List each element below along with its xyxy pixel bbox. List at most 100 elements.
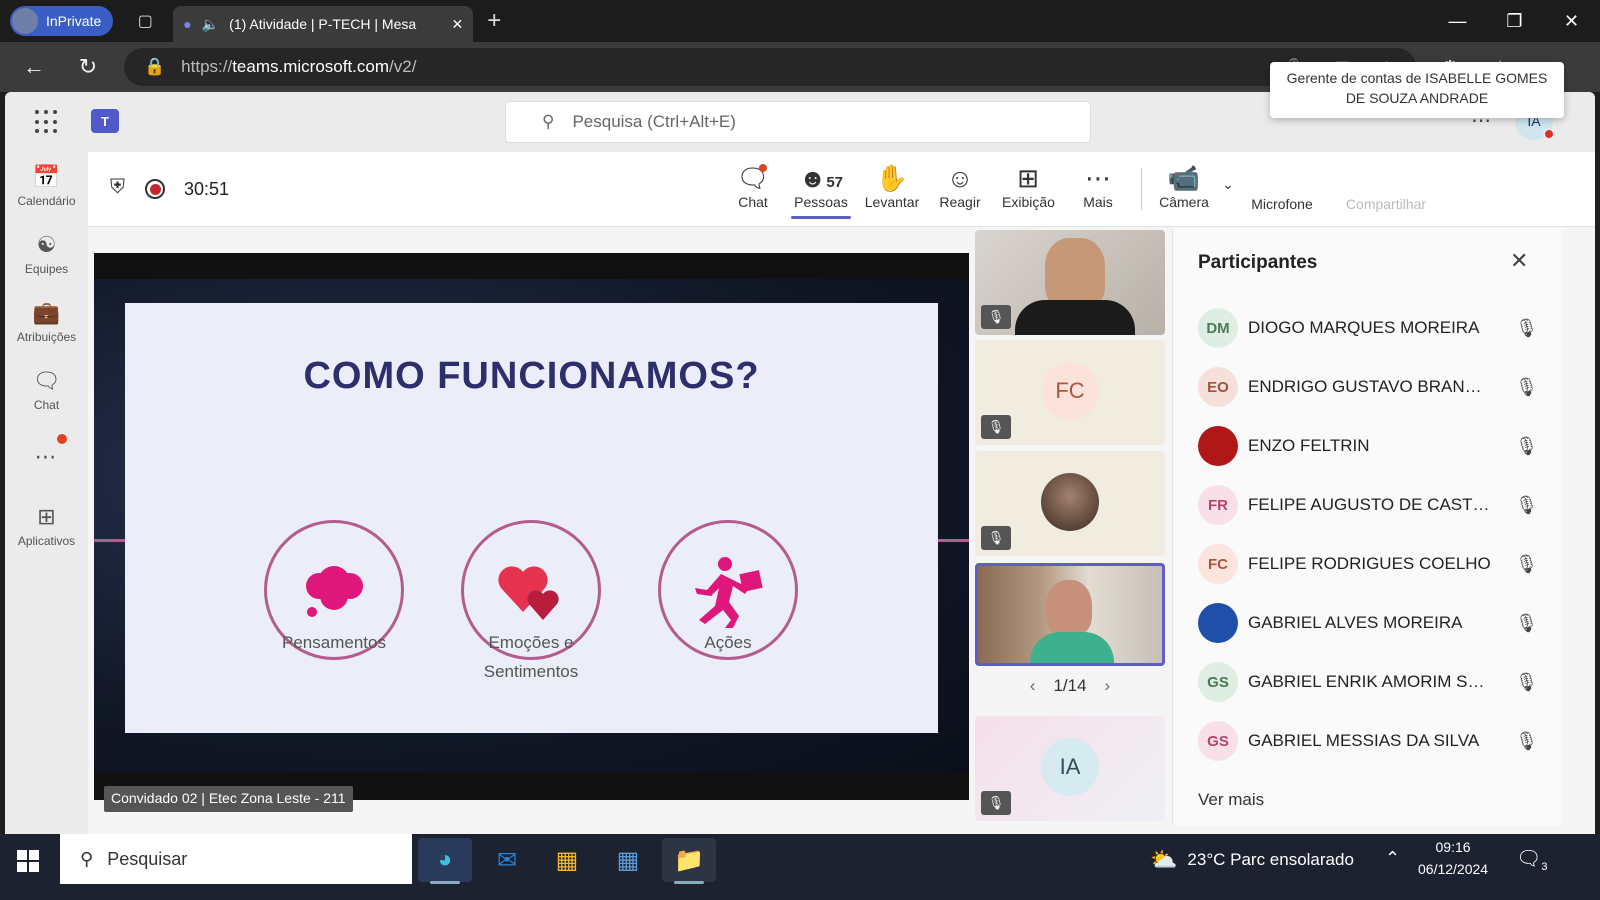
avatar [1041,473,1099,531]
calculator-icon[interactable]: ▦ [601,838,655,882]
mic-off-icon: 🎙 [1515,435,1538,456]
next-page-icon[interactable]: › [1105,676,1111,695]
rail-item-assignments[interactable]: 💼 Atribuições [5,300,88,344]
share-label: Compartilhar [1345,196,1427,212]
chat-icon: 🗨 [736,163,770,193]
weather-text: 23°C Parc ensolarado [1187,850,1354,869]
participant-name: ENZO FELTRIN [1248,436,1370,455]
participant-video [1045,238,1105,308]
camera-options-chevron-icon[interactable]: ⌄ [1218,176,1238,193]
taskbar-search[interactable]: ⚲ Pesquisar [60,834,412,884]
new-tab-button[interactable]: + [487,7,501,35]
inprivate-label: InPrivate [46,13,102,29]
slide-item-actions: Ações [704,633,752,652]
camera-button[interactable]: 📹 Câmera [1156,162,1212,210]
rail-item-calendar[interactable]: 📅 Calendário [5,164,88,208]
participant-video-body [1015,300,1135,335]
edge-icon[interactable]: ◕ [418,838,472,884]
meeting-timer: 30:51 [184,179,230,199]
video-tile[interactable]: FC 🎙 [975,340,1165,445]
more-label: Mais [1083,194,1113,210]
react-label: Reagir [939,194,981,210]
participant-row[interactable]: GS GABRIEL ENRIK AMORIM SOU... 🎙 [1198,662,1538,702]
chat-button[interactable]: 🗨 Chat [733,162,773,210]
calendar-icon: 📅 [32,164,61,189]
view-button[interactable]: ⊞ Exibição [1002,162,1055,210]
shield-icon[interactable]: ⛨ [110,176,125,199]
hand-icon: ✋ [875,163,909,193]
store-icon[interactable]: ▦ [540,838,594,882]
participant-video [1046,580,1092,636]
close-tab-icon[interactable]: ✕ [452,16,464,33]
chat-label: Chat [738,194,768,210]
search-icon: ⚲ [80,848,94,869]
prev-page-icon[interactable]: ‹ [1030,676,1036,695]
avatar: FR [1198,485,1238,525]
url-field[interactable]: 🔒 https://teams.microsoft.com/v2/ 🎙 ▩ ☆ [124,48,1416,86]
clock-date: 06/12/2024 [1418,861,1489,877]
participant-row[interactable]: GS GABRIEL MESSIAS DA SILVA 🎙 [1198,721,1538,761]
mic-off-icon: 🎙 [1515,612,1538,633]
participant-row[interactable]: ENZO FELTRIN 🎙 [1198,426,1538,466]
participant-row[interactable]: EO ENDRIGO GUSTAVO BRANDA... 🎙 [1198,367,1538,407]
audio-icon[interactable]: 🔈 [202,16,219,33]
app-launcher-icon[interactable] [35,110,59,134]
back-button[interactable]: ← [14,49,54,85]
avatar: FC [1041,362,1099,420]
share-button[interactable]: Compartilhar [1344,196,1428,212]
refresh-button[interactable]: ↻ [68,49,108,85]
close-icon[interactable]: ✕ [1510,248,1528,274]
windows-start-icon[interactable] [17,850,39,872]
participant-video-body [1030,632,1114,663]
chevron-up-icon[interactable]: ⌃ [1385,848,1400,869]
rail-item-chat[interactable]: 🗨 Chat [5,368,88,412]
video-tile-self[interactable]: IA 🎙 [975,716,1165,821]
more-button[interactable]: ⋯ Mais [1078,162,1118,210]
participant-name: ENDRIGO GUSTAVO BRANDA... [1248,377,1492,396]
window-controls: — ❐ ✕ [1429,0,1600,42]
browser-tab[interactable]: ● 🔈 (1) Atividade | P-TECH | Mesa ✕ [173,6,474,42]
see-more-link[interactable]: Ver mais [1198,790,1264,810]
people-button[interactable]: ☻57 Pessoas [791,162,851,219]
participant-row[interactable]: FR FELIPE AUGUSTO DE CASTRO ... 🎙 [1198,485,1538,525]
restore-button[interactable]: ❐ [1486,0,1543,42]
account-tooltip: Gerente de contas de ISABELLE GOMES DE S… [1270,62,1564,118]
video-tile-speaking[interactable] [975,563,1165,666]
toolbar-divider [1141,168,1142,210]
participant-row[interactable]: DM DIOGO MARQUES MOREIRA 🎙 [1198,308,1538,348]
avatar: DM [1198,308,1238,348]
raise-hand-button[interactable]: ✋ Levantar [864,162,920,210]
lock-icon[interactable]: 🔒 [144,57,165,77]
rail-item-apps[interactable]: ⊞ Aplicativos [5,504,88,548]
clock-time: 09:16 [1435,839,1471,855]
video-tile[interactable]: 🎙 [975,230,1165,335]
search-input[interactable]: ⚲ Pesquisa (Ctrl+Alt+E) [505,101,1091,143]
outlook-icon[interactable]: ✉ [480,838,534,882]
video-tile[interactable]: 🎙 [975,451,1165,556]
notifications-icon[interactable]: 🗨3 [1516,846,1548,873]
react-button[interactable]: ☺ Reagir [938,162,982,210]
shared-screen[interactable]: COMO FUNCIONAMOS? Pensamentos Emoções eS… [94,253,969,800]
weather-widget[interactable]: ⛅ 23°C Parc ensolarado [1150,847,1354,873]
avatar [1198,426,1238,466]
mic-button[interactable]: Microfone [1246,196,1318,212]
participant-name: FELIPE RODRIGUES COELHO [1248,554,1491,573]
close-window-button[interactable]: ✕ [1543,0,1600,42]
participant-row[interactable]: GABRIEL ALVES MOREIRA 🎙 [1198,603,1538,643]
notification-dot [57,434,67,444]
meeting-toolbar: ⛨ 30:51 🗨 Chat ☻57 Pessoas ✋ Levantar ☺ … [88,152,1595,227]
participant-name: FELIPE AUGUSTO DE CASTRO ... [1248,495,1492,514]
avatar: FC [1198,544,1238,584]
participant-row[interactable]: FC FELIPE RODRIGUES COELHO 🎙 [1198,544,1538,584]
rail-more-icon[interactable]: ⋯ [5,444,88,470]
inprivate-badge[interactable]: InPrivate [10,6,114,36]
mic-off-icon: 🎙 [981,526,1011,550]
mic-off-icon: 🎙 [981,791,1011,815]
tab-actions-icon[interactable]: ▢ [125,6,165,36]
minimize-button[interactable]: — [1429,0,1486,42]
panel-title: Participantes [1198,252,1318,273]
system-clock[interactable]: 09:16 06/12/2024 [1418,836,1488,880]
file-explorer-icon[interactable]: 📁 [662,838,716,884]
rail-item-teams[interactable]: ☯ Equipes [5,232,88,276]
apps-icon: ⊞ [37,504,56,529]
